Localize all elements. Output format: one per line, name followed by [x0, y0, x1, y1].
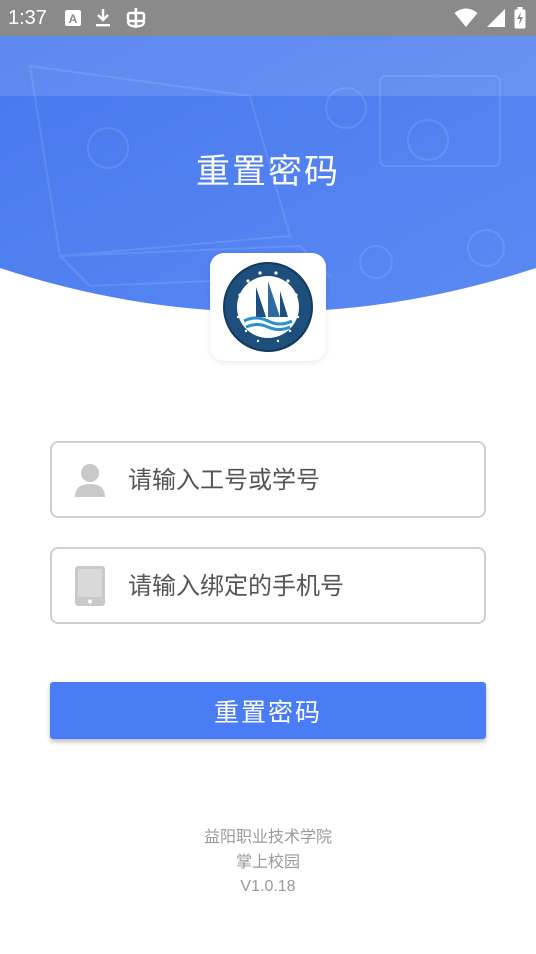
- status-time: 1:37: [8, 6, 47, 29]
- app-version: V1.0.18: [240, 878, 296, 895]
- school-name: 益阳职业技术学院: [203, 827, 332, 846]
- school-logo: [210, 253, 326, 361]
- user-icon: [52, 463, 128, 497]
- id-field[interactable]: [50, 441, 486, 518]
- wifi-icon: [454, 8, 478, 28]
- phone-input[interactable]: [128, 555, 484, 616]
- battery-charging-icon: [514, 7, 526, 29]
- bug-icon: [125, 7, 147, 29]
- download-icon: [95, 8, 111, 28]
- svg-text:A: A: [69, 12, 78, 26]
- notification-icons: A: [64, 7, 147, 29]
- reset-password-button[interactable]: 重置密码: [50, 682, 486, 739]
- app-name: 掌上校园: [235, 852, 300, 871]
- footer: 益阳职业技术学院 掌上校园 V1.0.18: [0, 824, 536, 899]
- school-emblem-icon: [223, 262, 313, 352]
- phone-icon: [52, 565, 128, 606]
- a-icon: A: [64, 10, 81, 26]
- signal-icon: [486, 8, 506, 28]
- system-icons: [454, 7, 526, 29]
- phone-field[interactable]: [50, 547, 486, 624]
- page-title: 重置密码: [196, 152, 340, 192]
- id-input[interactable]: [128, 449, 484, 510]
- status-bar: 1:37 A: [0, 0, 536, 36]
